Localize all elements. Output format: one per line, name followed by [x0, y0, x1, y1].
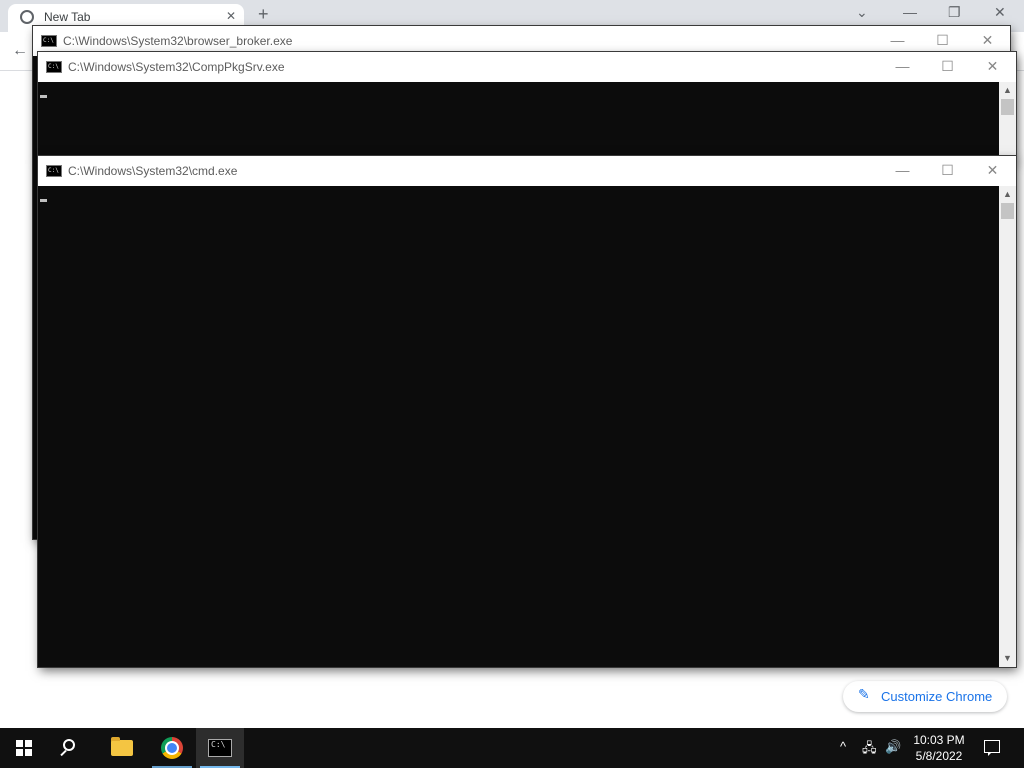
clock-date: 5/8/2022	[915, 749, 963, 763]
console-body[interactable]: ▲ ▼	[38, 186, 1016, 667]
scroll-thumb[interactable]	[1001, 203, 1014, 219]
scroll-down-arrow-icon[interactable]: ▼	[999, 650, 1016, 667]
windows-logo-icon	[16, 740, 32, 756]
volume-icon[interactable]: 🔊	[885, 739, 901, 755]
start-button[interactable]	[0, 728, 48, 768]
minimize-icon[interactable]: —	[880, 52, 925, 82]
maximize-icon[interactable]: ☐	[925, 52, 970, 82]
customize-chrome-button[interactable]: ✎ Customize Chrome	[843, 681, 1007, 712]
file-explorer-icon	[111, 737, 133, 756]
tab-close-icon[interactable]: ✕	[226, 9, 236, 23]
scroll-thumb[interactable]	[1001, 99, 1014, 115]
tray-chevron-icon[interactable]: ^	[840, 739, 846, 754]
close-icon[interactable]: ✕	[970, 52, 1015, 82]
console-app-icon: C:\	[46, 61, 62, 73]
scroll-up-arrow-icon[interactable]: ▲	[999, 82, 1016, 99]
console-app-icon: C:\	[46, 165, 62, 177]
back-arrow-icon[interactable]: ←	[12, 42, 28, 60]
taskbar-command-prompt[interactable]: C:\	[196, 728, 244, 768]
chrome-tab-title: New Tab	[44, 10, 91, 24]
console-window-comppkgsrv[interactable]: C:\ C:\Windows\System32\CompPkgSrv.exe —…	[38, 52, 1016, 160]
clock-time: 10:03 PM	[913, 733, 965, 747]
console-titlebar[interactable]: C:\ C:\Windows\System32\CompPkgSrv.exe —…	[38, 52, 1016, 82]
taskbar-file-explorer[interactable]	[98, 728, 146, 768]
chrome-close-icon[interactable]: ✕	[994, 4, 1006, 21]
console-scrollbar[interactable]: ▲ ▼	[999, 186, 1016, 667]
taskbar-chrome[interactable]	[148, 728, 196, 768]
taskbar-search-button[interactable]	[48, 728, 96, 768]
taskbar: C:\ ^ 🖧 🔊 10:03 PM 5/8/2022	[0, 728, 1024, 768]
close-icon[interactable]: ✕	[970, 156, 1015, 186]
command-prompt-icon: C:\	[208, 739, 232, 757]
chrome-icon	[161, 737, 183, 759]
console-titlebar[interactable]: C:\ C:\Windows\System32\cmd.exe — ☐ ✕	[38, 156, 1016, 186]
chrome-favicon-icon	[20, 10, 34, 24]
new-tab-icon[interactable]: +	[258, 4, 269, 25]
text-cursor	[40, 199, 47, 202]
console-title: C:\Windows\System32\CompPkgSrv.exe	[68, 60, 285, 74]
customize-chrome-label: Customize Chrome	[881, 689, 993, 704]
chrome-tab-search-icon[interactable]: ⌄	[856, 4, 868, 21]
chrome-minimize-icon[interactable]: —	[903, 4, 917, 20]
maximize-icon[interactable]: ☐	[925, 156, 970, 186]
scroll-up-arrow-icon[interactable]: ▲	[999, 186, 1016, 203]
search-icon	[63, 739, 75, 751]
console-scrollbar[interactable]: ▲	[999, 82, 1016, 160]
console-window-cmd[interactable]: C:\ C:\Windows\System32\cmd.exe — ☐ ✕ ▲ …	[38, 156, 1016, 667]
console-body[interactable]: ▲	[38, 82, 1016, 160]
notification-icon[interactable]	[984, 740, 1000, 756]
console-title: C:\Windows\System32\browser_broker.exe	[63, 34, 293, 48]
text-cursor	[40, 95, 47, 98]
chrome-restore-icon[interactable]: ❐	[948, 4, 961, 21]
pencil-icon: ✎	[858, 686, 870, 702]
minimize-icon[interactable]: —	[880, 156, 925, 186]
taskbar-clock[interactable]: 10:03 PM 5/8/2022	[900, 732, 978, 764]
network-icon[interactable]: 🖧	[862, 739, 877, 761]
console-app-icon: C:\	[41, 35, 57, 47]
console-title: C:\Windows\System32\cmd.exe	[68, 164, 238, 178]
